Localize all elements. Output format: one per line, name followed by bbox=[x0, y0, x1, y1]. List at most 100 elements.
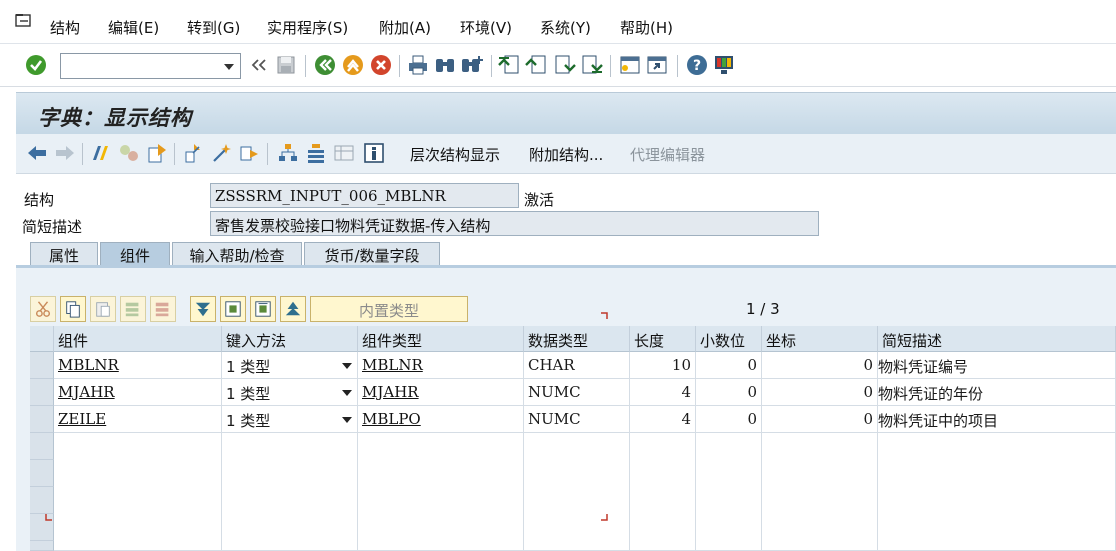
back-icon[interactable] bbox=[313, 53, 337, 77]
menu-system[interactable]: 系统(Y) bbox=[540, 17, 591, 38]
hierarchy-display-button[interactable]: 层次结构显示 bbox=[410, 144, 500, 165]
enter-icon[interactable] bbox=[24, 53, 48, 77]
menu-bar: 结构 编辑(E) 转到(G) 实用程序(S) 附加(A) 环境(V) 系统(Y)… bbox=[0, 0, 1116, 44]
column-header-component[interactable]: 组件 bbox=[54, 326, 222, 352]
typing-method-dropdown[interactable]: 1 类型 bbox=[222, 379, 358, 406]
column-header-data-type[interactable]: 数据类型 bbox=[524, 326, 630, 352]
table-row-component[interactable]: MJAHR bbox=[54, 379, 222, 406]
tab-components[interactable]: 组件 bbox=[100, 242, 170, 265]
menu-utilities[interactable]: 实用程序(S) bbox=[267, 17, 348, 38]
magic-wand-icon[interactable] bbox=[210, 142, 232, 164]
column-header-component-type[interactable]: 组件类型 bbox=[358, 326, 524, 352]
menu-structure[interactable]: 结构 bbox=[50, 17, 80, 38]
empty-cell[interactable] bbox=[54, 433, 222, 551]
hierarchy-icon[interactable] bbox=[277, 142, 299, 164]
find-icon[interactable] bbox=[433, 53, 457, 77]
save-icon[interactable] bbox=[274, 53, 298, 77]
append-structure-button[interactable]: 附加结构... bbox=[529, 144, 603, 165]
empty-cell[interactable] bbox=[358, 433, 524, 551]
paste-row-icon[interactable] bbox=[90, 296, 116, 322]
menu-goto[interactable]: 转到(G) bbox=[187, 17, 240, 38]
builtin-type-button[interactable]: 内置类型 bbox=[310, 296, 468, 322]
empty-cell[interactable] bbox=[696, 433, 762, 551]
command-field[interactable] bbox=[60, 53, 241, 79]
next-page-icon[interactable] bbox=[552, 53, 576, 77]
menu-help[interactable]: 帮助(H) bbox=[620, 17, 673, 38]
forward-arrow-icon[interactable] bbox=[54, 142, 76, 164]
navigation-icon[interactable] bbox=[238, 142, 260, 164]
back-arrow-icon[interactable] bbox=[26, 142, 48, 164]
delete-row-icon[interactable] bbox=[150, 296, 176, 322]
column-header-short-description[interactable]: 简短描述 bbox=[878, 326, 1116, 352]
print-icon[interactable] bbox=[406, 53, 430, 77]
short-description-field[interactable]: 寄售发票校验接口物料凭证数据-传入结构 bbox=[210, 211, 819, 236]
help-icon[interactable]: ? bbox=[685, 53, 709, 77]
sap-menu-icon[interactable] bbox=[14, 12, 34, 30]
command-input[interactable] bbox=[65, 55, 215, 77]
filter-down-icon[interactable] bbox=[190, 296, 216, 322]
insert-row-icon[interactable] bbox=[120, 296, 146, 322]
expand-structure-icon[interactable] bbox=[220, 296, 246, 322]
row-selector[interactable] bbox=[30, 379, 54, 406]
column-header-decimals[interactable]: 小数位 bbox=[696, 326, 762, 352]
left-gutter bbox=[0, 88, 15, 551]
copy-row-icon[interactable] bbox=[60, 296, 86, 322]
empty-cell[interactable] bbox=[630, 433, 696, 551]
table-row-component[interactable]: ZEILE bbox=[54, 406, 222, 433]
row-selector[interactable] bbox=[30, 541, 54, 551]
typing-method-value: 1 类型 bbox=[226, 385, 271, 403]
previous-page-icon[interactable] bbox=[525, 53, 549, 77]
new-session-icon[interactable] bbox=[618, 53, 642, 77]
last-page-icon[interactable] bbox=[579, 53, 603, 77]
row-selector[interactable] bbox=[30, 406, 54, 433]
table-row-component-type[interactable]: MBLNR bbox=[358, 352, 524, 379]
info-icon[interactable] bbox=[363, 142, 385, 164]
activate-icon[interactable] bbox=[146, 142, 168, 164]
cut-row-icon[interactable] bbox=[30, 296, 56, 322]
menu-environment[interactable]: 环境(V) bbox=[460, 17, 512, 38]
filter-up-icon[interactable] bbox=[280, 296, 306, 322]
column-header-typing-method[interactable]: 键入方法 bbox=[222, 326, 358, 352]
row-selector[interactable] bbox=[30, 487, 54, 514]
empty-cell[interactable] bbox=[762, 433, 878, 551]
shortcut-icon[interactable] bbox=[645, 53, 669, 77]
row-selector[interactable] bbox=[30, 352, 54, 379]
column-header-length[interactable]: 长度 bbox=[630, 326, 696, 352]
table-row-component-type[interactable]: MJAHR bbox=[358, 379, 524, 406]
customize-layout-icon[interactable] bbox=[712, 53, 736, 77]
proxy-editor-button: 代理编辑器 bbox=[630, 146, 706, 164]
menu-edit[interactable]: 编辑(E) bbox=[108, 17, 159, 38]
collapse-structure-icon[interactable] bbox=[250, 296, 276, 322]
column-header-coordinate[interactable]: 坐标 bbox=[762, 326, 878, 352]
display-change-icon[interactable] bbox=[90, 142, 112, 164]
table-row-component-type[interactable]: MBLPO bbox=[358, 406, 524, 433]
empty-cell[interactable] bbox=[222, 433, 358, 551]
chevron-down-icon[interactable] bbox=[342, 417, 352, 423]
where-used-icon[interactable] bbox=[182, 142, 204, 164]
chevron-down-icon[interactable] bbox=[342, 390, 352, 396]
structure-name-field[interactable]: ZSSSRM_INPUT_006_MBLNR bbox=[210, 183, 519, 208]
empty-cell[interactable] bbox=[524, 433, 630, 551]
table-row-component[interactable]: MBLNR bbox=[54, 352, 222, 379]
empty-cell[interactable] bbox=[878, 433, 1116, 551]
chevron-down-icon[interactable] bbox=[342, 363, 352, 369]
table-view-icon[interactable] bbox=[333, 142, 355, 164]
tab-attributes[interactable]: 属性 bbox=[30, 242, 98, 265]
cancel-icon[interactable] bbox=[369, 53, 393, 77]
table-row-coordinate: 0 bbox=[762, 379, 878, 406]
exit-icon[interactable] bbox=[341, 53, 365, 77]
check-icon[interactable] bbox=[118, 142, 140, 164]
back-double-arrow-icon[interactable] bbox=[248, 53, 272, 77]
tab-input-help-check[interactable]: 输入帮助/检查 bbox=[172, 242, 302, 265]
chevron-down-icon[interactable] bbox=[224, 64, 234, 70]
row-selector[interactable] bbox=[30, 433, 54, 460]
tab-currency-quantity-fields[interactable]: 货币/数量字段 bbox=[304, 242, 440, 265]
select-all-cell[interactable] bbox=[30, 326, 54, 352]
first-page-icon[interactable] bbox=[498, 53, 522, 77]
stacked-layers-icon[interactable] bbox=[305, 142, 327, 164]
typing-method-dropdown[interactable]: 1 类型 bbox=[222, 406, 358, 433]
row-selector[interactable] bbox=[30, 460, 54, 487]
menu-extras[interactable]: 附加(A) bbox=[379, 17, 431, 38]
typing-method-dropdown[interactable]: 1 类型 bbox=[222, 352, 358, 379]
find-next-icon[interactable] bbox=[460, 53, 484, 77]
